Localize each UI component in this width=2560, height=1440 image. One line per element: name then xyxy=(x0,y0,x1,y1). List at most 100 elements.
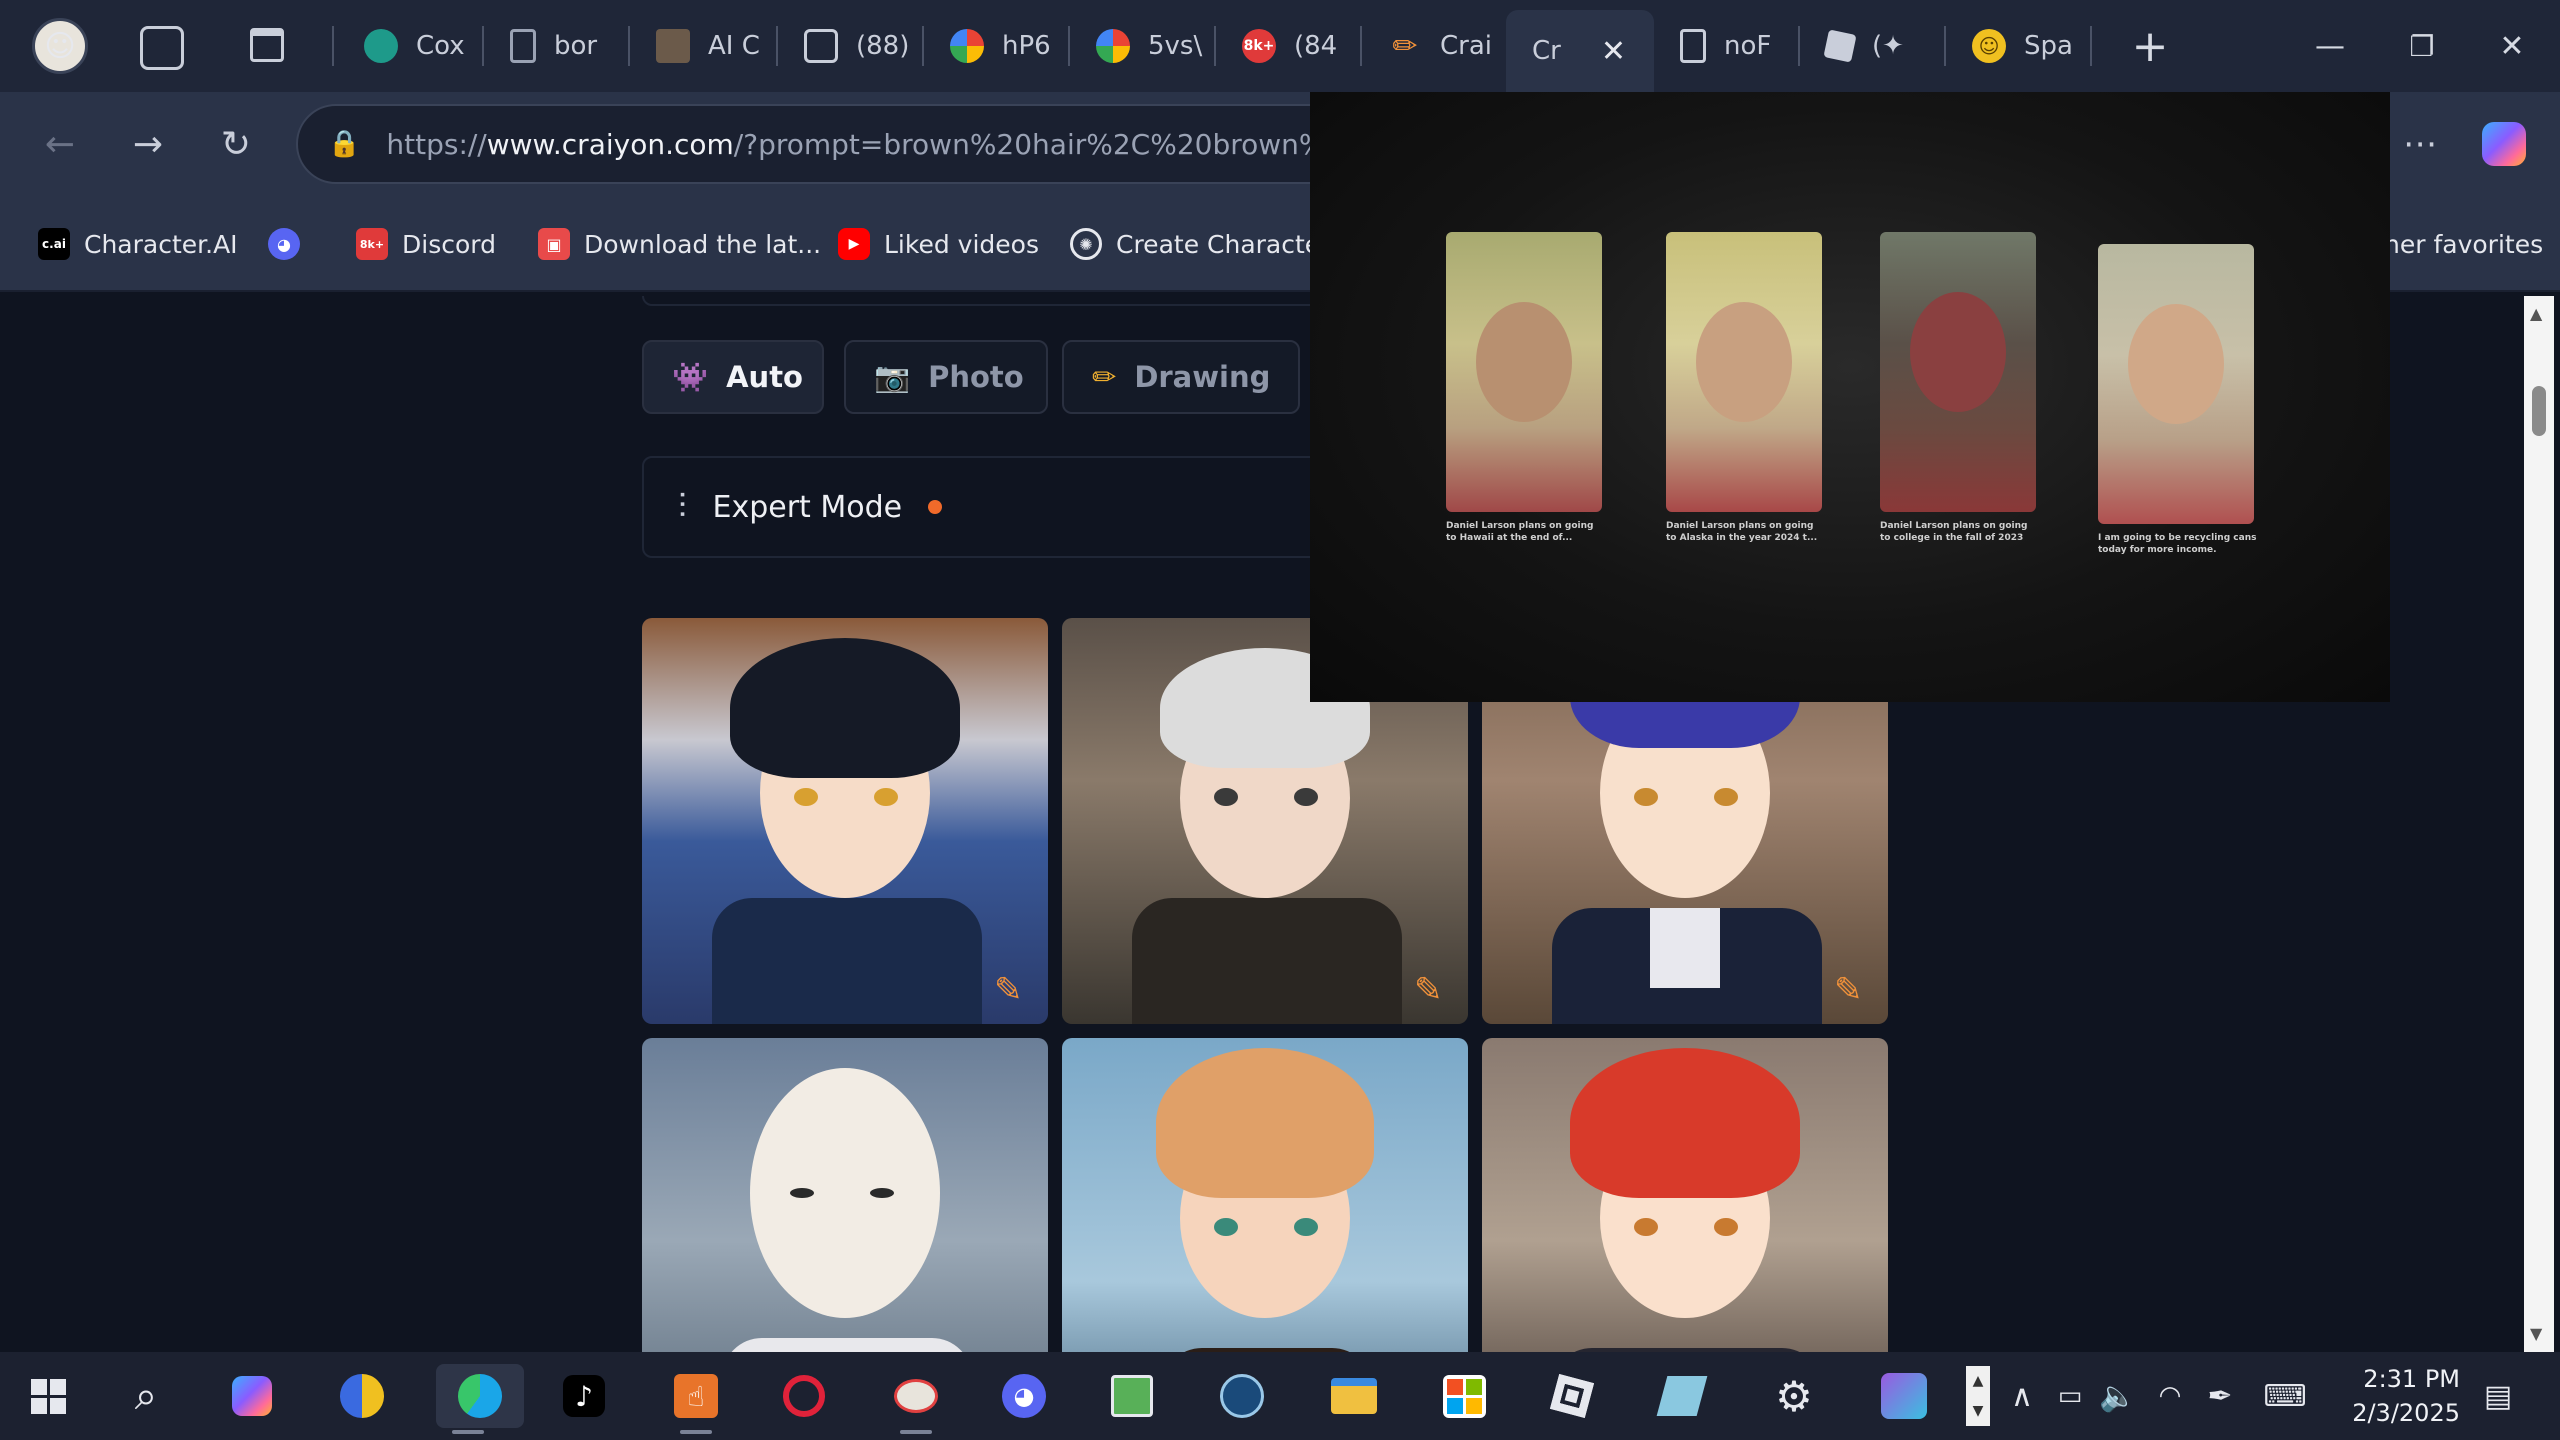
clock-date: 2/3/2025 xyxy=(2352,1399,2460,1427)
notifications-icon[interactable]: ▤ xyxy=(2476,1372,2520,1420)
anime-app-icon[interactable] xyxy=(1872,1364,1936,1428)
mode-drawing-button[interactable]: ✏ Drawing xyxy=(1062,340,1300,414)
battery-icon[interactable]: ▭ xyxy=(2050,1372,2090,1420)
tab-label: (✦ xyxy=(1872,31,1904,61)
workspaces-icon[interactable] xyxy=(140,26,184,70)
close-tab-icon[interactable]: ✕ xyxy=(1601,34,1626,69)
roblox-studio-icon[interactable] xyxy=(1650,1364,1714,1428)
reload-icon[interactable]: ↻ xyxy=(208,116,264,172)
tab-hp6[interactable]: hP6 xyxy=(936,14,1066,78)
copilot-app-icon[interactable] xyxy=(220,1364,284,1428)
restore-icon[interactable]: ❐ xyxy=(2396,20,2448,72)
bookmark-discord[interactable]: 8k+ Discord xyxy=(356,222,496,266)
scrollbar-thumb[interactable] xyxy=(2532,386,2546,436)
mode-auto-button[interactable]: 👾 Auto xyxy=(642,340,824,414)
copilot-icon[interactable] xyxy=(2476,116,2532,172)
bookmark-create-character[interactable]: ✺ Create Character xyxy=(1070,222,1330,266)
chatgpt-icon: ✺ xyxy=(1070,228,1102,260)
url-text: https://www.craiyon.com/?prompt=brown%20… xyxy=(386,127,1354,161)
result-image-5[interactable] xyxy=(1062,1038,1468,1352)
pen-icon[interactable]: ✒ xyxy=(2200,1372,2240,1420)
roblox-icon[interactable] xyxy=(1540,1364,1604,1428)
tab-88[interactable]: (88) xyxy=(790,14,920,78)
address-bar[interactable]: 🔒 https://www.craiyon.com/?prompt=brown%… xyxy=(296,104,1356,184)
bookmark-label: Create Character xyxy=(1116,229,1331,259)
tab-5vs[interactable]: 5vs\ xyxy=(1082,14,1212,78)
keyboard-icon[interactable]: ⌨ xyxy=(2262,1372,2308,1420)
edit-pencil-icon[interactable]: ✎ xyxy=(1414,970,1454,1010)
show-hidden-icons-icon[interactable]: ∧ xyxy=(2004,1372,2040,1420)
mode-label: Auto xyxy=(726,360,803,394)
tiktok-icon[interactable]: ♪ xyxy=(552,1364,616,1428)
lock-icon[interactable]: 🔒 xyxy=(328,129,360,159)
tab-label: (88) xyxy=(856,31,910,61)
tab-spa[interactable]: ☺ Spa xyxy=(1958,14,2088,78)
opera-icon[interactable] xyxy=(772,1364,836,1428)
new-tab-icon[interactable]: + xyxy=(2124,20,2176,72)
tab-active-cr[interactable]: Cr ✕ xyxy=(1506,10,1654,92)
video-thumbnail-2[interactable] xyxy=(1666,232,1822,512)
tab-label: hP6 xyxy=(1002,31,1051,61)
back-icon[interactable]: ← xyxy=(32,116,88,172)
tab-craiyon[interactable]: ✏ Crai xyxy=(1374,14,1504,78)
tab-cox[interactable]: Cox xyxy=(350,14,480,78)
other-favorites[interactable]: her favorites xyxy=(2384,222,2543,266)
video-thumbnail-1[interactable] xyxy=(1446,232,1602,512)
image-editor-icon[interactable] xyxy=(1100,1364,1164,1428)
bookmark-liked-videos[interactable]: ▶ Liked videos xyxy=(838,222,1039,266)
result-image-4[interactable] xyxy=(642,1038,1048,1352)
tab-label: Cr xyxy=(1532,36,1561,66)
expert-mode-label: Expert Mode xyxy=(712,489,903,525)
minimize-icon[interactable]: — xyxy=(2304,20,2356,72)
taskbar-overflow-icon[interactable]: ▲ ▼ xyxy=(1966,1366,1990,1426)
discord-8k-icon: 8k+ xyxy=(356,228,388,260)
page-scrollbar[interactable]: ▲ ▼ xyxy=(2524,296,2554,1352)
discord-app-icon[interactable]: ◕ xyxy=(992,1364,1056,1428)
scroll-up-icon[interactable]: ▲ xyxy=(2530,304,2542,323)
tab-84[interactable]: 8k+ (84 xyxy=(1228,14,1358,78)
bookmark-character-ai[interactable]: c.ai Character.AI xyxy=(38,222,238,266)
pencil-icon: ✏ xyxy=(1092,360,1117,394)
video-thumbnail-4[interactable] xyxy=(2098,244,2254,524)
vertical-tabs-icon[interactable] xyxy=(250,28,284,62)
mode-photo-button[interactable]: 📷 Photo xyxy=(844,340,1048,414)
video-thumbnail-3[interactable] xyxy=(1880,232,2036,512)
ms-store-icon[interactable] xyxy=(1432,1364,1496,1428)
taskbar-clock[interactable]: 2:31 PM 2/3/2025 xyxy=(2310,1362,2460,1430)
bookmark-discord-icon-only[interactable]: ◕ xyxy=(268,222,300,266)
expert-mode-toggle[interactable]: ⫶ Expert Mode xyxy=(642,456,1382,558)
video-caption-2: Daniel Larson plans on going to Alaska i… xyxy=(1666,521,1818,543)
search-icon[interactable]: ⌕ xyxy=(114,1364,178,1428)
tab-strip: ☺ Cox bor AI C (88) hP6 5vs\ 8k+ (84 ✏ C… xyxy=(0,0,2560,92)
result-image-6[interactable] xyxy=(1482,1038,1888,1352)
profile-avatar[interactable]: ☺ xyxy=(32,18,88,74)
tab-bor[interactable]: bor xyxy=(496,14,626,78)
steam-icon[interactable] xyxy=(1210,1364,1274,1428)
settings-icon[interactable]: ⚙ xyxy=(1762,1364,1826,1428)
start-icon[interactable] xyxy=(16,1364,80,1428)
tab-nof[interactable]: noF xyxy=(1666,14,1796,78)
tab-ai-c[interactable]: AI C xyxy=(642,14,772,78)
edit-pencil-icon[interactable]: ✎ xyxy=(1834,970,1874,1010)
edit-pencil-icon[interactable]: ✎ xyxy=(994,970,1034,1010)
clock-time: 2:31 PM xyxy=(2363,1365,2460,1393)
scroll-down-icon[interactable]: ▼ xyxy=(2530,1324,2542,1343)
video-caption-1: Daniel Larson plans on going to Hawaii a… xyxy=(1446,521,1594,543)
volume-icon[interactable]: 🔈 xyxy=(2098,1372,2138,1420)
globe-app-icon[interactable] xyxy=(330,1364,394,1428)
tab-cube[interactable]: (✦ xyxy=(1812,14,1942,78)
file-explorer-icon[interactable] xyxy=(1322,1364,1386,1428)
more-menu-icon[interactable]: ⋯ xyxy=(2392,116,2448,172)
cube-icon xyxy=(1823,29,1857,63)
bookmark-label: Discord xyxy=(402,229,496,259)
hand-app-icon[interactable]: ☝ xyxy=(664,1364,728,1434)
mode-label: Drawing xyxy=(1134,360,1271,394)
close-window-icon[interactable]: ✕ xyxy=(2486,20,2538,72)
tab-label: Spa xyxy=(2024,31,2073,61)
bookmark-download[interactable]: ▣ Download the lat... xyxy=(538,222,821,266)
paint-app-icon[interactable] xyxy=(884,1364,948,1434)
result-image-1[interactable]: ✎ xyxy=(642,618,1048,1024)
wifi-icon[interactable]: ◠ xyxy=(2150,1372,2190,1420)
forward-icon[interactable]: → xyxy=(120,116,176,172)
edge-icon[interactable] xyxy=(436,1364,524,1434)
